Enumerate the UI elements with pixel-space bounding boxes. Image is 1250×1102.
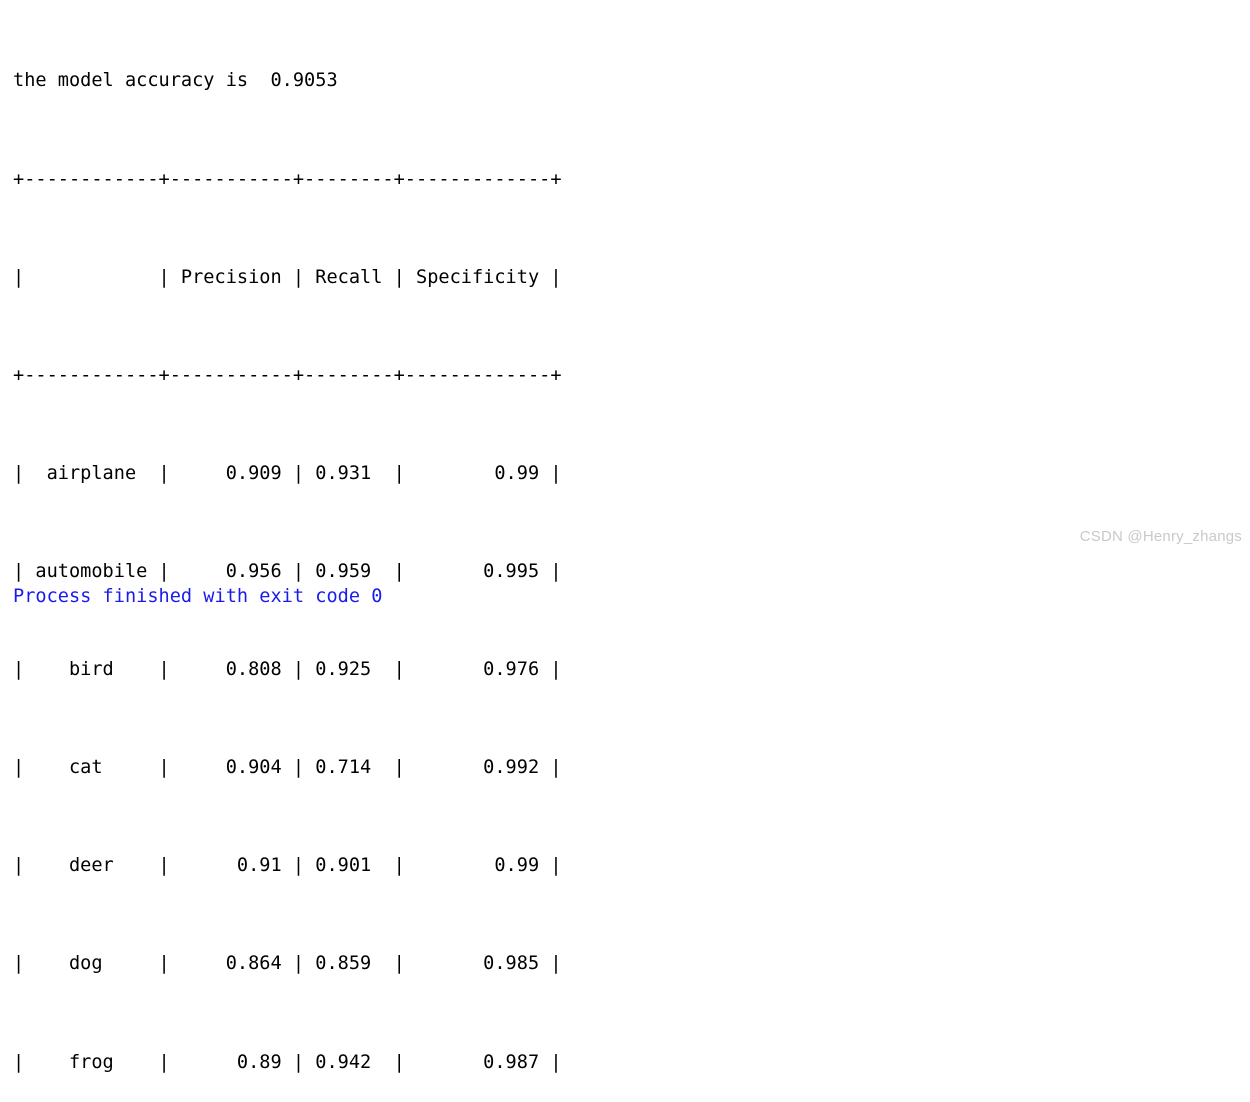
csdn-watermark: CSDN @Henry_zhangs xyxy=(1079,528,1242,545)
exit-status-block: Process finished with exit code 0 xyxy=(13,521,382,644)
table-row: | deer | 0.91 | 0.901 | 0.99 | xyxy=(13,855,562,877)
table-header-row: | | Precision | Recall | Specificity | xyxy=(13,266,562,288)
table-row: | dog | 0.864 | 0.859 | 0.985 | xyxy=(13,953,562,975)
table-top-border: +------------+-----------+--------+-----… xyxy=(13,168,562,190)
table-header-border: +------------+-----------+--------+-----… xyxy=(13,364,562,386)
table-row: | cat | 0.904 | 0.714 | 0.992 | xyxy=(13,757,562,779)
process-exit-line: Process finished with exit code 0 xyxy=(13,586,383,607)
table-row: | airplane | 0.909 | 0.931 | 0.99 | xyxy=(13,462,562,484)
table-row: | bird | 0.808 | 0.925 | 0.976 | xyxy=(13,659,562,681)
table-row: | frog | 0.89 | 0.942 | 0.987 | xyxy=(13,1051,562,1073)
accuracy-line: the model accuracy is 0.9053 xyxy=(13,70,338,92)
